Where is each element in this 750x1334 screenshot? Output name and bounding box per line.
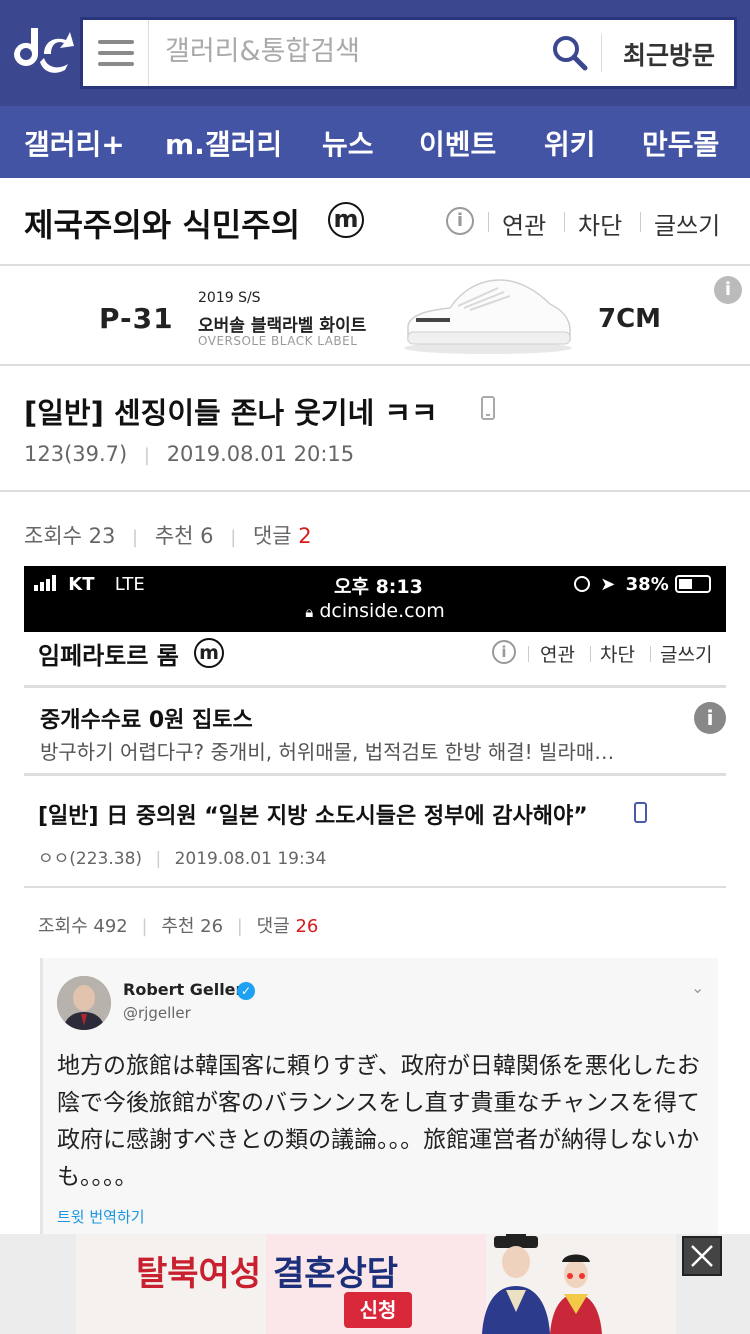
embedded-info-icon: i [492, 640, 516, 664]
post-author[interactable]: 123(39.7) [24, 442, 127, 466]
write-link[interactable]: 글쓰기 [654, 206, 720, 241]
avatar [57, 976, 111, 1030]
divider [528, 646, 529, 662]
close-icon [691, 1245, 713, 1267]
location-icon: ➤ [600, 574, 616, 595]
related-link[interactable]: 연관 [502, 206, 546, 241]
gallery-title[interactable]: 제국주의와 식민주의 [24, 200, 300, 246]
embedded-mobile-icon [634, 802, 647, 823]
embedded-ad: 중개수수료 0원 집토스 방구하기 어렵다구? 중개비, 허위매물, 법적검토 … [24, 690, 726, 776]
divider [640, 212, 641, 232]
nav-gallery-plus[interactable]: 갤러리+ [24, 123, 125, 163]
embedded-gallery-bar: 임페라토르 롬 m i 연관 차단 글쓰기 [24, 632, 726, 688]
recommend-count: 추천 6 [154, 524, 214, 548]
view-count: 조회수 23 [24, 524, 116, 548]
search-input[interactable]: 갤러리&통합검색 [165, 32, 360, 72]
nav-news[interactable]: 뉴스 [322, 123, 374, 163]
shoe-image [404, 279, 572, 354]
couple-image [482, 1234, 602, 1334]
dc-logo[interactable] [10, 24, 76, 80]
embedded-ad-info-icon: i [694, 702, 726, 734]
verified-badge-icon: ✓ [237, 982, 255, 1000]
tweet-text: 地方の旅館は韓国客に頼りすぎ、政府が日韓関係を悪化したお陰で今後旅館が客のバラン… [57, 1053, 700, 1190]
embedded-tweet: Robert Geller ✓ @rjgeller ⌄ 地方の旅館は韓国客に頼り… [40, 958, 718, 1234]
divider [488, 212, 489, 232]
post-title: [일반] 센징이들 존나 웃기네 ㅋㅋ [24, 396, 438, 430]
status-carrier: KT LTE [34, 574, 145, 595]
lock-icon: 🔒︎ [305, 603, 314, 621]
post-header: [일반] 센징이들 존나 웃기네 ㅋㅋ 123(39.7) | 2019.08.… [0, 368, 750, 492]
embedded-ad-title: 중개수수료 0원 집토스 [40, 708, 253, 733]
ad-brand: P-31 [99, 302, 174, 335]
ad-product-english: OVERSOLE BLACK LABEL [198, 334, 358, 348]
gallery-bar: 제국주의와 식민주의 m i 연관 차단 글쓰기 [0, 178, 750, 266]
mobile-icon [481, 396, 495, 420]
shoe-ad-banner[interactable]: P-31 2019 S/S 오버솔 블랙라벨 화이트 OVERSOLE BLAC… [0, 266, 750, 366]
rotation-lock-icon [574, 576, 590, 592]
tweet-handle: @rjgeller [123, 1004, 191, 1022]
embedded-ad-desc: 방구하기 어렵다구? 중개비, 허위매물, 법적검토 한방 해결! 빌라매… [40, 740, 615, 764]
matchmaking-ad-banner[interactable]: 탈북여성 결혼상담 신청 [76, 1234, 676, 1334]
block-link[interactable]: 차단 [578, 206, 622, 241]
phone-status-bar: KT LTE 오후 8:13 ➤ 38% 🔒︎ dcinside.com [24, 566, 726, 632]
nav-mandu-mall[interactable]: 만두몰 [642, 123, 719, 163]
chevron-down-icon: ⌄ [691, 978, 705, 997]
nav-wiki[interactable]: 위키 [544, 123, 596, 163]
signal-icon [34, 575, 56, 591]
close-ad-button[interactable] [682, 1236, 722, 1276]
battery-icon [675, 575, 712, 593]
embedded-post-title: [일반] 日 중의원 “일본 지방 소도시들은 정부에 감사해야” [38, 804, 588, 829]
translate-tweet-link: 트윗 번역하기 [57, 1208, 145, 1226]
ad-info-icon[interactable]: i [714, 276, 742, 304]
divider: | [230, 527, 237, 548]
embedded-post-header: [일반] 日 중의원 “일본 지방 소도시들은 정부에 감사해야” ㅇㅇ(223… [24, 778, 726, 888]
divider: | [132, 527, 139, 548]
embedded-write-link: 글쓰기 [660, 644, 713, 666]
embedded-related-link: 연관 [540, 644, 575, 666]
apply-button[interactable]: 신청 [344, 1292, 412, 1328]
post-date: 2019.08.01 20:15 [166, 442, 355, 466]
divider [590, 646, 591, 662]
bottom-ad-bar: 탈북여성 결혼상담 신청 [0, 1234, 750, 1334]
menu-button[interactable] [83, 20, 149, 86]
ad-season: 2019 S/S [198, 290, 261, 306]
comment-label[interactable]: 댓글 [253, 524, 292, 548]
search-icon[interactable] [551, 34, 589, 72]
search-box: 갤러리&통합검색 최근방문 [80, 17, 737, 89]
divider: | [143, 445, 150, 466]
tweet-author-name: Robert Geller [123, 980, 244, 999]
embedded-block-link: 차단 [600, 644, 635, 666]
embedded-post-stats: 조회수 492 | 추천 26 | 댓글 26 [38, 916, 319, 937]
post-stats: 조회수 23 | 추천 6 | 댓글 2 [24, 520, 312, 550]
ad-product-name: 오버솔 블랙라벨 화이트 [198, 316, 367, 336]
status-time: 오후 8:13 [334, 576, 423, 598]
ad-headline: 탈북여성 결혼상담 [136, 1254, 399, 1294]
post-meta: 123(39.7) | 2019.08.01 20:15 [24, 442, 354, 466]
top-header: 갤러리&통합검색 최근방문 [0, 0, 750, 106]
embedded-screenshot: KT LTE 오후 8:13 ➤ 38% 🔒︎ dcinside.com 임페라… [24, 566, 726, 1234]
embedded-gallery-title: 임페라토르 롬 [38, 642, 179, 670]
status-battery: ➤ 38% [574, 574, 712, 595]
embedded-minor-badge: m [194, 638, 224, 668]
divider [601, 34, 602, 72]
divider [564, 212, 565, 232]
recent-visits-button[interactable]: 최근방문 [623, 36, 715, 72]
main-nav: 갤러리+ m.갤러리 뉴스 이벤트 위키 만두몰 [0, 106, 750, 178]
divider [650, 646, 651, 662]
comment-count[interactable]: 2 [298, 524, 311, 548]
ad-height: 7CM [598, 304, 662, 334]
nav-m-gallery[interactable]: m.갤러리 [165, 123, 282, 163]
embedded-post-meta: ㅇㅇ(223.38) | 2019.08.01 19:34 [38, 849, 327, 869]
minor-gallery-badge: m [328, 202, 364, 238]
status-url: 🔒︎ dcinside.com [305, 600, 445, 622]
nav-events[interactable]: 이벤트 [419, 123, 496, 163]
info-icon[interactable]: i [446, 207, 474, 235]
